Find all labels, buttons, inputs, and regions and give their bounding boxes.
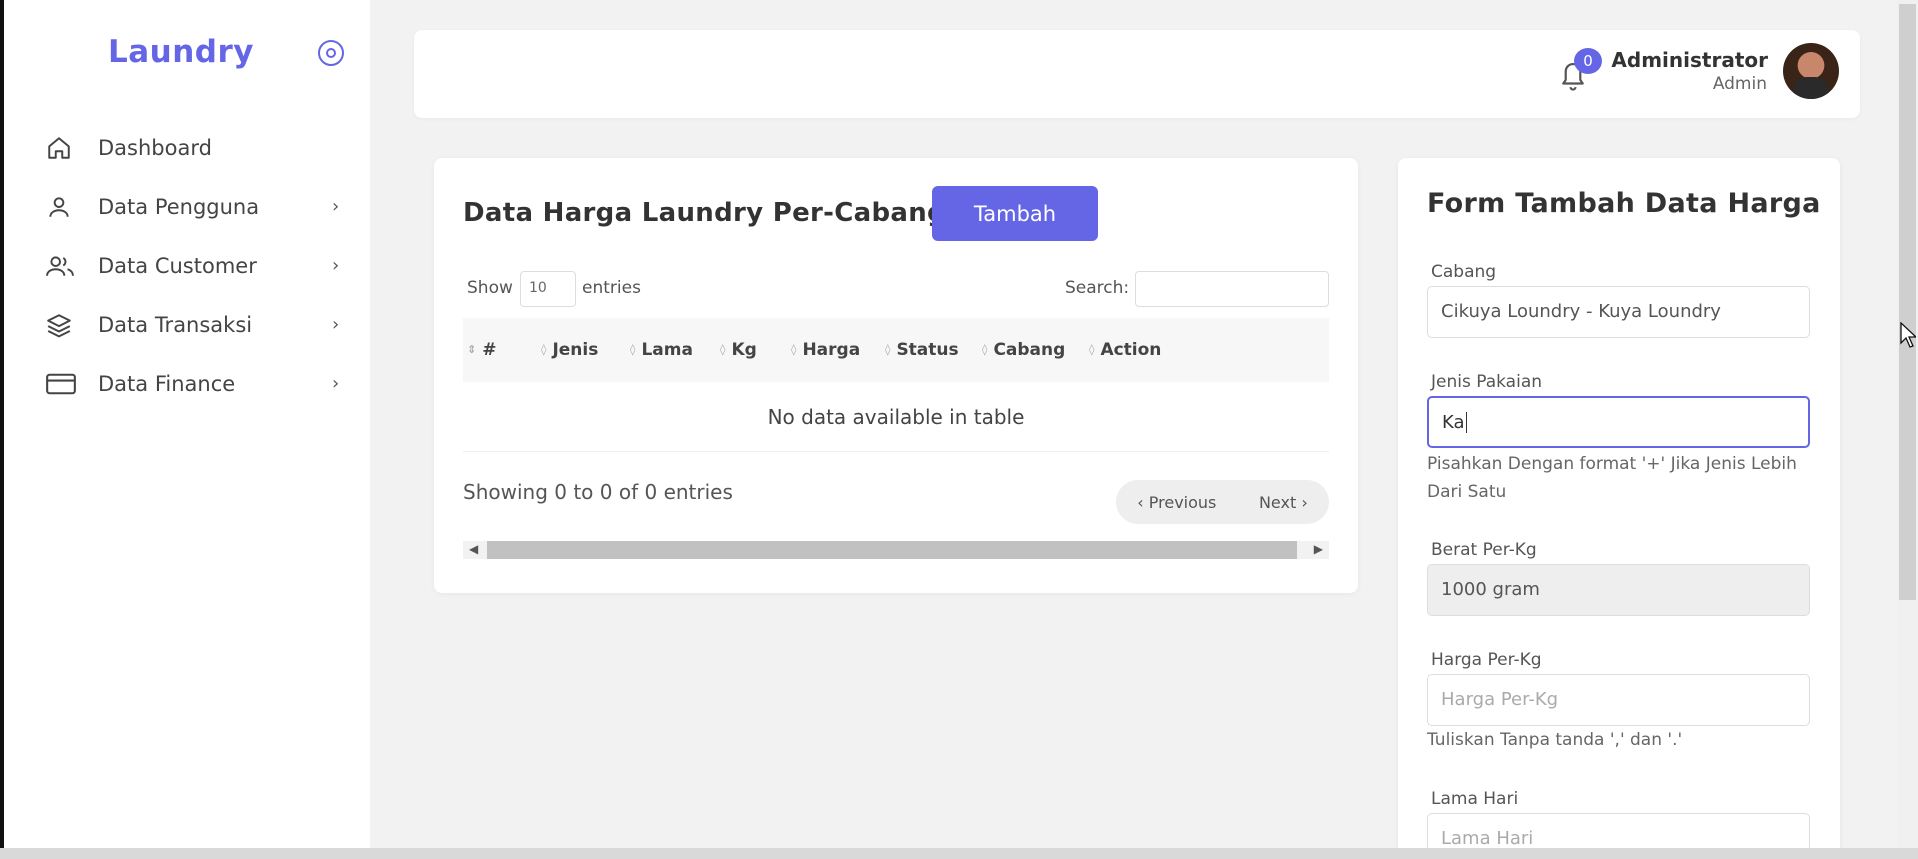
jenis-pakaian-help: Pisahkan Dengan format '+' Jika Jenis Le… xyxy=(1427,454,1797,502)
sidebar-item-data-finance[interactable]: Data Finance › xyxy=(46,354,346,413)
sidebar-item-dashboard[interactable]: Dashboard xyxy=(46,118,346,177)
chevron-right-icon: › xyxy=(332,373,340,394)
top-navbar xyxy=(414,30,1860,118)
berat-input[interactable]: 1000 gram xyxy=(1427,564,1810,616)
scrollbar-thumb[interactable] xyxy=(487,541,1297,559)
mouse-cursor-icon xyxy=(1900,321,1918,348)
avatar[interactable] xyxy=(1783,43,1839,99)
search-label: Search: xyxy=(1065,278,1130,298)
empty-table-message: No data available in table xyxy=(463,382,1329,452)
lama-hari-label: Lama Hari xyxy=(1431,789,1519,809)
notification-badge: 0 xyxy=(1574,48,1602,74)
berat-label: Berat Per-Kg xyxy=(1431,540,1537,560)
jenis-pakaian-input[interactable]: Ka xyxy=(1427,396,1810,448)
harga-input[interactable]: Harga Per-Kg xyxy=(1427,674,1810,726)
column-header-kg[interactable]: ◊ Kg xyxy=(720,340,757,360)
sidebar-item-data-transaksi[interactable]: Data Transaksi › xyxy=(46,295,346,354)
page-scrollbar-thumb[interactable] xyxy=(1899,4,1916,600)
sidebar-item-label: Data Finance xyxy=(98,371,236,396)
user-role: Admin xyxy=(1712,74,1767,94)
cabang-select[interactable]: Cikuya Loundry - Kuya Loundry xyxy=(1427,286,1810,338)
entries-label: entries xyxy=(582,278,641,298)
sidebar-item-label: Data Customer xyxy=(98,253,257,278)
sidebar-item-data-pengguna[interactable]: Data Pengguna › xyxy=(46,177,346,236)
users-icon xyxy=(46,251,82,281)
harga-label: Harga Per-Kg xyxy=(1431,650,1542,670)
pagination: ‹ Previous Next › xyxy=(1116,480,1329,524)
jenis-pakaian-label: Jenis Pakaian xyxy=(1431,372,1543,392)
column-header-status[interactable]: ◊ Status xyxy=(885,340,959,360)
column-header-action[interactable]: ◊ Action xyxy=(1089,340,1161,360)
column-header-number[interactable]: ⇕ # xyxy=(467,340,496,360)
user-icon xyxy=(46,192,82,222)
harga-help: Tuliskan Tanpa tanda ',' dan '.' xyxy=(1427,730,1683,750)
sidebar-nav: Dashboard Data Pengguna › Data Customer … xyxy=(46,118,346,413)
sidebar-item-label: Dashboard xyxy=(98,135,212,160)
scroll-left-icon[interactable]: ◀ xyxy=(469,542,478,556)
entries-select[interactable]: 10 xyxy=(520,271,576,307)
horizontal-scrollbar[interactable]: ◀ ▶ xyxy=(463,541,1329,559)
home-icon xyxy=(46,133,82,163)
column-header-jenis[interactable]: ◊ Jenis xyxy=(541,340,598,360)
price-table-card: Data Harga Laundry Per-Cabang Tambah Sho… xyxy=(434,158,1358,593)
chevron-right-icon: › xyxy=(332,196,340,217)
previous-button[interactable]: ‹ Previous xyxy=(1137,493,1216,512)
sidebar-toggle-icon[interactable] xyxy=(318,40,344,66)
credit-card-icon xyxy=(46,369,82,399)
search-input[interactable] xyxy=(1135,271,1329,307)
table-title: Data Harga Laundry Per-Cabang xyxy=(463,198,946,228)
sidebar-item-data-customer[interactable]: Data Customer › xyxy=(46,236,346,295)
add-button[interactable]: Tambah xyxy=(932,186,1098,241)
form-title: Form Tambah Data Harga xyxy=(1427,188,1821,219)
column-header-lama[interactable]: ◊ Lama xyxy=(630,340,693,360)
add-price-form-card: Form Tambah Data Harga Cabang Cikuya Lou… xyxy=(1398,158,1840,859)
sidebar-item-label: Data Pengguna xyxy=(98,194,260,219)
chevron-right-icon: › xyxy=(332,314,340,335)
table-header: ⇕ # ◊ Jenis ◊ Lama ◊ Kg ◊ Harga ◊ Status ◊ Caba… xyxy=(463,318,1329,382)
layers-icon xyxy=(46,310,82,340)
chevron-right-icon: › xyxy=(332,255,340,276)
next-button[interactable]: Next › xyxy=(1259,493,1308,512)
show-label: Show xyxy=(467,278,513,298)
scroll-right-icon[interactable]: ▶ xyxy=(1314,542,1323,556)
page-scrollbar[interactable] xyxy=(1897,0,1918,859)
bottom-edge xyxy=(0,848,1918,859)
column-header-cabang[interactable]: ◊ Cabang xyxy=(982,340,1065,360)
sidebar-item-label: Data Transaksi xyxy=(98,312,253,337)
sidebar: Laundry Dashboard Data Pengguna › Data C… xyxy=(0,0,370,859)
brand-logo[interactable]: Laundry xyxy=(108,34,254,70)
user-name[interactable]: Administrator xyxy=(1611,48,1768,72)
table-info: Showing 0 to 0 of 0 entries xyxy=(463,480,733,504)
column-header-harga[interactable]: ◊ Harga xyxy=(791,340,860,360)
cabang-label: Cabang xyxy=(1431,262,1497,282)
